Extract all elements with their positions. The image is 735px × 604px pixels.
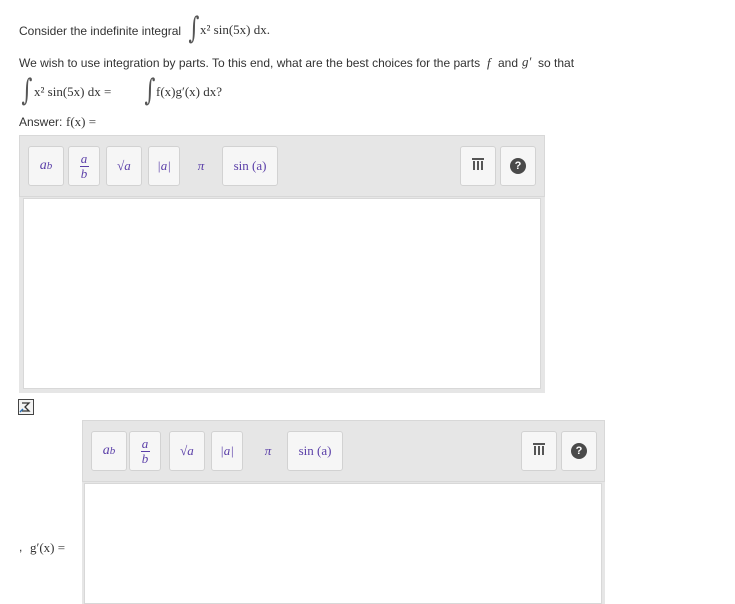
help-button[interactable]: ?: [561, 431, 597, 471]
help-icon: ?: [510, 158, 526, 174]
so-that-text: so that: [538, 56, 575, 70]
matrix-button[interactable]: [521, 431, 557, 471]
parts-text: We wish to use integration by parts. To …: [19, 56, 481, 70]
sin-button[interactable]: sin (a): [287, 431, 343, 471]
math-toolbar-f: ab ab √a |a| π sin (a) ?: [19, 135, 545, 197]
equation-editor-icon[interactable]: [18, 399, 34, 415]
integral-sign-left: ∫: [21, 73, 33, 108]
fraction-button[interactable]: ab: [129, 431, 161, 471]
power-button[interactable]: ab: [28, 146, 64, 186]
integrand: x² sin(5x) dx.: [200, 22, 270, 37]
matrix-button[interactable]: [460, 146, 496, 186]
sqrt-button[interactable]: √a: [169, 431, 205, 471]
matrix-icon: [532, 442, 546, 460]
separator-comma: ,: [19, 540, 23, 554]
pi-button[interactable]: π: [188, 146, 214, 186]
f-symbol: f: [487, 55, 491, 70]
and-text: and: [498, 56, 519, 70]
g-answer-label: g′(x) =: [30, 540, 66, 555]
abs-button[interactable]: |a|: [148, 146, 180, 186]
help-button[interactable]: ?: [500, 146, 536, 186]
help-icon: ?: [571, 443, 587, 459]
intro-text: Consider the indefinite integral: [19, 24, 182, 38]
matrix-icon: [471, 157, 485, 175]
g-prime-symbol: g′: [522, 54, 532, 69]
sqrt-button[interactable]: √a: [106, 146, 142, 186]
math-toolbar-g: ab ab √a |a| π sin (a) ?: [82, 420, 605, 482]
equation-left: x² sin(5x) dx =: [34, 84, 112, 99]
abs-button[interactable]: |a|: [211, 431, 243, 471]
answer-label: Answer:: [19, 115, 63, 129]
fraction-button[interactable]: ab: [68, 146, 100, 186]
sin-button[interactable]: sin (a): [222, 146, 278, 186]
f-answer-input[interactable]: [23, 198, 541, 389]
equation-right: f(x)g′(x) dx?: [156, 84, 223, 99]
power-button[interactable]: ab: [91, 431, 127, 471]
pi-button[interactable]: π: [255, 431, 281, 471]
g-answer-input[interactable]: [84, 483, 602, 604]
f-answer-label: f(x) =: [66, 114, 97, 129]
